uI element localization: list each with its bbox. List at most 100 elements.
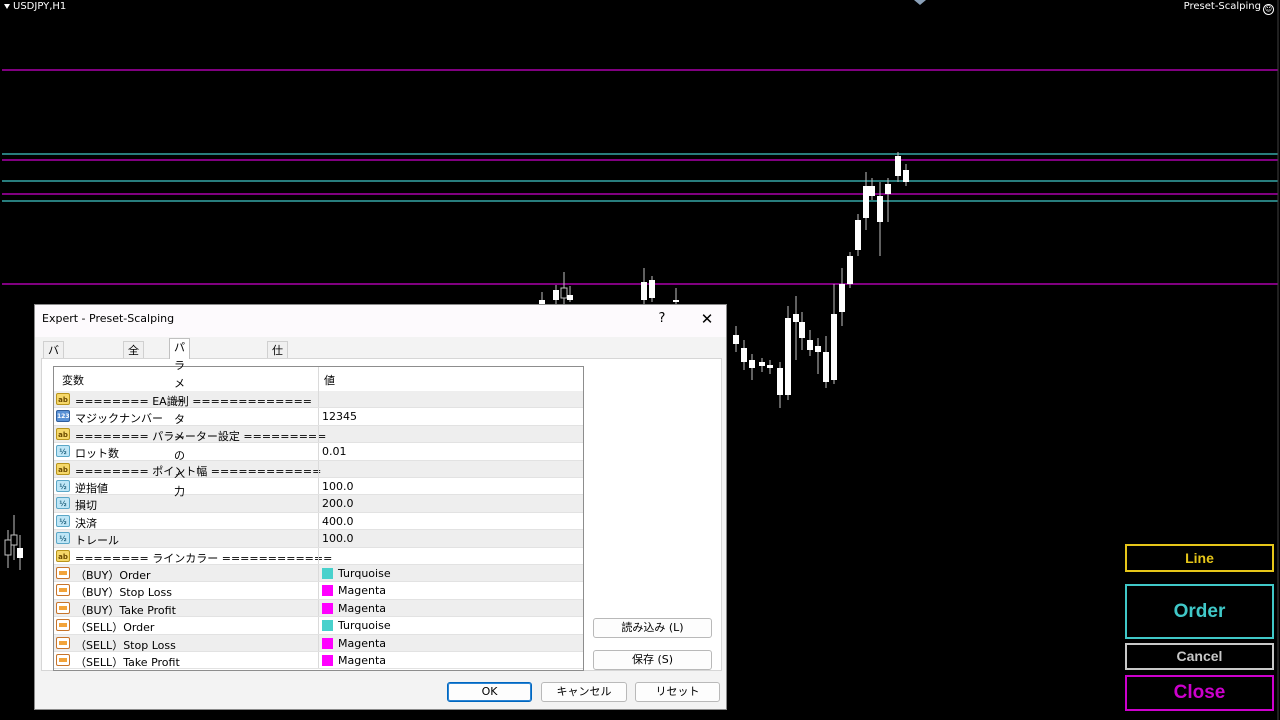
parameter-row[interactable]: ab ======== ラインカラー ============ — [54, 547, 583, 565]
parameter-row[interactable]: （BUY）Order Turquoise — [54, 565, 583, 583]
column-divider — [318, 582, 319, 599]
color-type-icon — [56, 619, 70, 632]
parameter-name: ======== ポイント幅 ============ — [75, 464, 322, 478]
parameter-row[interactable]: ½ 損切 200.0 — [54, 495, 583, 513]
parameter-value[interactable]: Magenta — [322, 584, 386, 597]
parameter-row[interactable]: （BUY）Take Profit Magenta — [54, 599, 583, 618]
scroll-marker-icon — [914, 0, 926, 5]
double-type-icon: ½ — [56, 532, 70, 545]
tab-version-info[interactable]: バージョン情報 — [43, 341, 64, 465]
parameter-value[interactable]: 200.0 — [322, 497, 354, 510]
parameter-value[interactable]: 12345 — [322, 410, 357, 423]
candle-body — [10, 534, 18, 546]
parameter-value[interactable]: Turquoise — [322, 619, 391, 632]
parameter-value-text: 100.0 — [322, 480, 354, 493]
parameter-value-text: 12345 — [322, 410, 357, 424]
parameter-row[interactable]: ab ======== ポイント幅 ============ — [54, 460, 583, 478]
double-type-icon: ½ — [56, 514, 70, 527]
load-button[interactable]: 読み込み (L) — [593, 618, 712, 638]
column-divider — [318, 391, 319, 408]
ok-button[interactable]: OK — [447, 682, 532, 702]
ea-name-label: Preset-Scalping ☺ — [1184, 1, 1274, 15]
double-type-icon: ½ — [56, 480, 70, 492]
candle-body — [567, 295, 573, 300]
reset-button[interactable]: リセット — [635, 682, 720, 702]
column-divider — [318, 599, 319, 617]
order-button[interactable]: Order — [1125, 584, 1274, 639]
double-type-icon: ½ — [56, 497, 70, 510]
parameter-value[interactable]: 400.0 — [322, 515, 354, 528]
candle-body — [759, 362, 765, 366]
parameter-name: ロット数 — [75, 447, 119, 461]
candle-body — [855, 220, 861, 250]
candle-body — [869, 186, 875, 196]
dialog-titlebar[interactable]: Expert - Preset-Scalping ? ✕ — [35, 305, 726, 337]
cancel-button[interactable]: キャンセル — [541, 682, 627, 702]
parameter-name: 逆指値 — [75, 482, 108, 495]
header-divider — [318, 367, 319, 391]
parameter-value[interactable]: Magenta — [322, 637, 386, 650]
parameter-name: マジックナンバー — [75, 412, 163, 426]
cancel-order-button[interactable]: Cancel — [1125, 643, 1274, 670]
column-divider — [318, 443, 319, 460]
column-divider — [318, 652, 319, 669]
tab-general[interactable]: 全般 — [123, 341, 144, 375]
candle-body — [749, 360, 755, 368]
candle-body — [777, 368, 783, 395]
candle-body — [733, 335, 739, 344]
parameter-name: トレール — [75, 534, 119, 548]
parameter-row[interactable]: ab ======== パラメーター設定 ========= — [54, 425, 583, 444]
column-header-variable[interactable]: 変数 — [62, 372, 84, 388]
candle-body — [649, 280, 655, 298]
grid-header: 変数 値 — [54, 367, 583, 392]
parameter-value[interactable]: Turquoise — [322, 567, 391, 580]
parameter-value-text: 100.0 — [322, 532, 354, 546]
color-swatch — [322, 602, 333, 614]
parameter-name: 決済 — [75, 516, 97, 530]
save-button[interactable]: 保存 (S) — [593, 650, 712, 670]
parameter-value-text: Magenta — [338, 584, 387, 598]
parameter-value-text: Magenta — [338, 654, 387, 667]
tab-specification[interactable]: 仕様 — [267, 341, 288, 375]
close-icon[interactable]: ✕ — [697, 309, 717, 329]
candle-body — [641, 282, 647, 300]
candle-body — [863, 186, 869, 218]
parameter-row[interactable]: （BUY）Stop Loss Magenta — [54, 582, 583, 600]
parameter-value[interactable]: 100.0 — [322, 532, 354, 545]
parameter-row[interactable]: 123 マジックナンバー 12345 — [54, 408, 583, 426]
help-button[interactable]: ? — [655, 309, 669, 329]
parameter-name: ======== パラメーター設定 ========= — [75, 429, 327, 443]
parameter-value[interactable]: Magenta — [322, 602, 386, 615]
parameter-value[interactable]: 0.01 — [322, 445, 347, 458]
parameter-row[interactable]: ab ======== EA識別 ============= — [54, 391, 583, 409]
color-swatch — [322, 620, 333, 632]
column-divider — [318, 425, 319, 443]
dropdown-triangle-icon — [4, 3, 10, 9]
color-swatch — [322, 585, 333, 597]
parameter-value[interactable]: 100.0 — [322, 480, 354, 493]
line-button[interactable]: Line — [1125, 544, 1274, 572]
color-type-icon — [56, 567, 70, 579]
candle-body — [560, 287, 568, 299]
candle-body — [903, 170, 909, 182]
parameter-row[interactable]: （SELL）Take Profit Magenta — [54, 652, 583, 670]
parameter-row[interactable]: （SELL）Stop Loss Magenta — [54, 634, 583, 652]
candle-body — [847, 256, 853, 284]
candle-body — [895, 156, 901, 176]
column-header-value[interactable]: 値 — [324, 372, 335, 388]
candle-body — [741, 348, 747, 362]
parameter-row[interactable]: ½ 逆指値 100.0 — [54, 478, 583, 496]
parameter-row[interactable]: ½ 決済 400.0 — [54, 512, 583, 531]
parameter-value[interactable]: Magenta — [322, 654, 386, 667]
parameter-row[interactable]: ½ ロット数 0.01 — [54, 443, 583, 461]
tab-input-parameters[interactable]: パラメーターの入力 — [169, 338, 190, 498]
parameter-name: 損切 — [75, 499, 97, 513]
close-position-button[interactable]: Close — [1125, 675, 1274, 711]
parameter-row[interactable]: ½ トレール 100.0 — [54, 530, 583, 548]
candle-body — [785, 318, 791, 395]
parameter-name: （BUY）Take Profit — [75, 603, 176, 617]
candle-body — [673, 300, 679, 302]
parameter-row[interactable]: （SELL）Order Turquoise — [54, 617, 583, 635]
symbol-text: USDJPY,H1 — [13, 1, 67, 12]
color-swatch — [322, 637, 333, 649]
